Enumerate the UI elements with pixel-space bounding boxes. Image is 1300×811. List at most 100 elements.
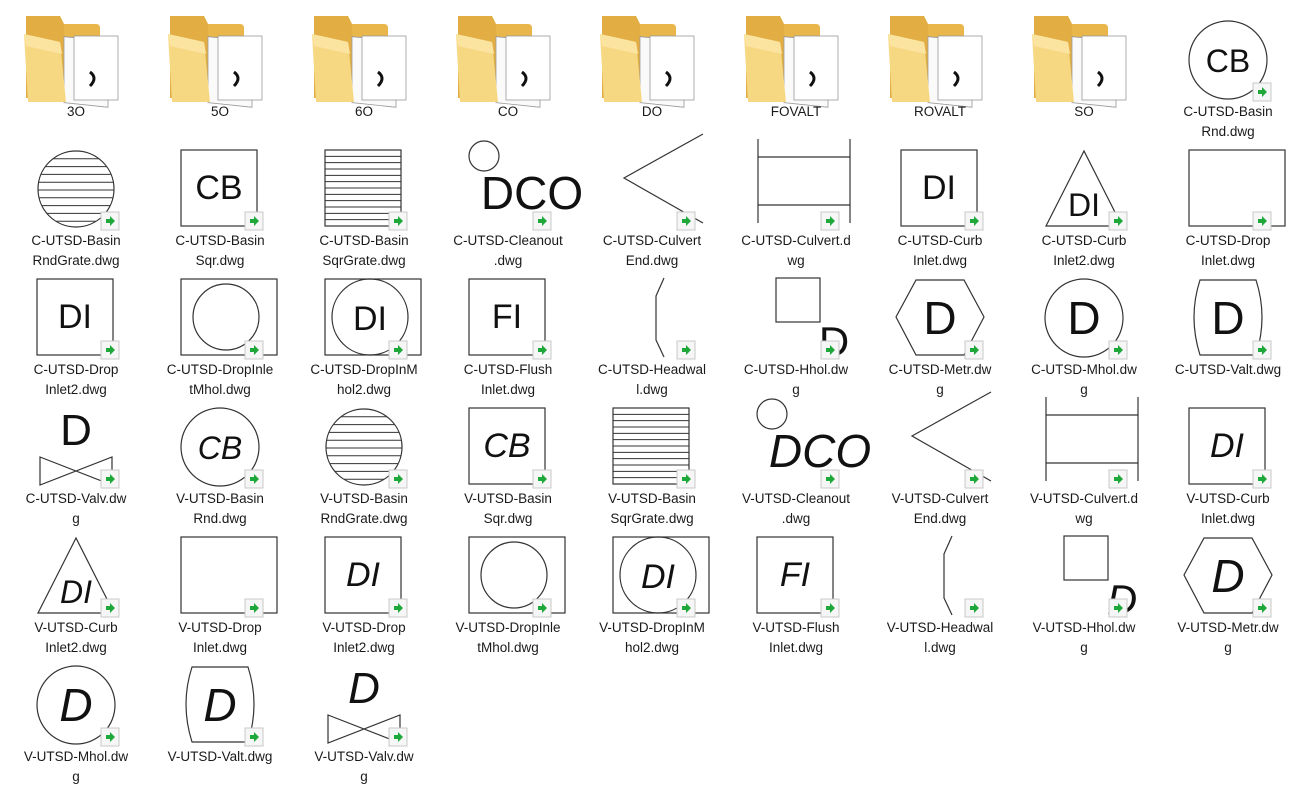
shortcut-arrow-icon bbox=[388, 340, 408, 360]
svg-text:CB: CB bbox=[483, 427, 530, 465]
shortcut-arrow-icon bbox=[820, 469, 840, 489]
file-item[interactable]: C-UTSD-Headwal l.dwg bbox=[580, 260, 724, 397]
item-label: 5O bbox=[210, 104, 229, 119]
file-item[interactable]: CB V-UTSD-Basin Sqr.dwg bbox=[436, 389, 580, 526]
folder-item[interactable]: ROVALT bbox=[868, 2, 1012, 130]
file-item[interactable]: D V-UTSD-Valt.dwg bbox=[148, 647, 292, 775]
shortcut-arrow-icon bbox=[676, 469, 696, 489]
item-label: SO bbox=[1074, 104, 1094, 119]
shortcut-arrow-icon bbox=[1252, 598, 1272, 618]
folder-item[interactable]: 3O bbox=[4, 2, 148, 130]
svg-text:D: D bbox=[1211, 550, 1244, 602]
shortcut-arrow-icon bbox=[820, 340, 840, 360]
file-item[interactable]: C-UTSD-Culvert.d wg bbox=[724, 131, 868, 268]
folder-icon bbox=[596, 2, 708, 108]
file-item[interactable]: CB C-UTSD-Basin Sqr.dwg bbox=[148, 131, 292, 268]
shortcut-arrow-icon bbox=[244, 340, 264, 360]
file-item[interactable]: DI C-UTSD-Curb Inlet.dwg bbox=[868, 131, 1012, 268]
file-item[interactable]: D C-UTSD-Mhol.dw g bbox=[1012, 260, 1156, 397]
shortcut-arrow-icon bbox=[100, 598, 120, 618]
shortcut-arrow-icon bbox=[100, 727, 120, 747]
file-item[interactable]: C-UTSD-Drop Inlet.dwg bbox=[1156, 131, 1300, 268]
item-label: V-UTSD-Hhol.dw g bbox=[1032, 620, 1136, 655]
file-item[interactable]: C-UTSD-Basin RndGrate.dwg bbox=[4, 131, 148, 268]
file-item[interactable]: V-UTSD-Culvert End.dwg bbox=[868, 389, 1012, 526]
file-item[interactable]: DCO V-UTSD-Cleanout .dwg bbox=[724, 389, 871, 526]
item-label: V-UTSD-Flush Inlet.dwg bbox=[752, 620, 840, 655]
item-label: V-UTSD-DropInle tMhol.dwg bbox=[455, 620, 561, 655]
svg-text:D: D bbox=[203, 679, 236, 731]
file-item[interactable]: DI C-UTSD-Drop Inlet2.dwg bbox=[4, 260, 148, 397]
shortcut-arrow-icon bbox=[1108, 598, 1128, 618]
file-item[interactable]: V-UTSD-DropInle tMhol.dwg bbox=[436, 518, 580, 655]
shortcut-arrow-icon bbox=[676, 211, 696, 231]
shortcut-arrow-icon bbox=[244, 211, 264, 231]
file-item[interactable]: V-UTSD-Basin RndGrate.dwg bbox=[292, 389, 436, 526]
shortcut-arrow-icon bbox=[244, 598, 264, 618]
svg-text:D: D bbox=[1067, 292, 1100, 344]
svg-text:D: D bbox=[59, 679, 92, 731]
shortcut-arrow-icon bbox=[964, 211, 984, 231]
file-item[interactable]: DI V-UTSD-Curb Inlet2.dwg bbox=[4, 518, 148, 655]
item-label: V-UTSD-Valt.dwg bbox=[167, 749, 273, 764]
file-item[interactable]: DCO C-UTSD-Cleanout .dwg bbox=[436, 131, 583, 268]
file-item[interactable]: D V-UTSD-Metr.dw g bbox=[1156, 518, 1300, 655]
item-label: ROVALT bbox=[913, 104, 966, 119]
shortcut-arrow-icon bbox=[964, 598, 984, 618]
item-label: V-UTSD-Headwal l.dwg bbox=[886, 620, 994, 655]
item-label: FOVALT bbox=[770, 104, 822, 119]
folder-icon bbox=[308, 2, 420, 108]
shortcut-arrow-icon bbox=[532, 469, 552, 489]
shortcut-arrow-icon bbox=[676, 598, 696, 618]
file-item[interactable]: DI C-UTSD-DropInM hol2.dwg bbox=[292, 260, 436, 397]
svg-text:D: D bbox=[60, 406, 92, 455]
shortcut-arrow-icon bbox=[1252, 211, 1272, 231]
item-label: V-UTSD-Mhol.dw g bbox=[23, 749, 129, 784]
file-item[interactable]: D V-UTSD-Mhol.dw g bbox=[4, 647, 148, 784]
svg-text:CB: CB bbox=[198, 430, 242, 466]
item-label: 3O bbox=[66, 104, 85, 119]
svg-text:DI: DI bbox=[60, 574, 92, 610]
file-item[interactable]: CB V-UTSD-Basin Rnd.dwg bbox=[148, 389, 292, 526]
shortcut-arrow-icon bbox=[100, 340, 120, 360]
file-item[interactable]: DI V-UTSD-Drop Inlet2.dwg bbox=[292, 518, 436, 655]
file-item[interactable]: DI C-UTSD-Curb Inlet2.dwg bbox=[1012, 131, 1156, 268]
shortcut-arrow-icon bbox=[100, 469, 120, 489]
file-item[interactable]: D C-UTSD-Metr.dw g bbox=[868, 260, 1012, 397]
file-item[interactable]: DV-UTSD-Hhol.dw g bbox=[1012, 518, 1156, 655]
folder-item[interactable]: SO bbox=[1012, 2, 1156, 130]
file-item[interactable]: D C-UTSD-Valv.dw g bbox=[4, 389, 148, 526]
folder-item[interactable]: 6O bbox=[292, 2, 436, 130]
file-item[interactable]: V-UTSD-Drop Inlet.dwg bbox=[148, 518, 292, 655]
file-item[interactable]: C-UTSD-DropInle tMhol.dwg bbox=[148, 260, 292, 397]
shortcut-arrow-icon bbox=[244, 469, 264, 489]
file-item[interactable]: V-UTSD-Culvert.d wg bbox=[1012, 389, 1156, 526]
shortcut-arrow-icon bbox=[532, 598, 552, 618]
file-item[interactable]: FI V-UTSD-Flush Inlet.dwg bbox=[724, 518, 868, 655]
shortcut-arrow-icon bbox=[532, 340, 552, 360]
file-item[interactable]: CB C-UTSD-Basin Rnd.dwg bbox=[1156, 2, 1300, 139]
shortcut-arrow-icon bbox=[1108, 211, 1128, 231]
svg-text:D: D bbox=[348, 664, 380, 713]
folder-icon bbox=[884, 2, 996, 108]
folder-item[interactable]: CO bbox=[436, 2, 580, 130]
folder-item[interactable]: FOVALT bbox=[724, 2, 868, 130]
svg-text:DI: DI bbox=[922, 169, 956, 207]
file-item[interactable]: V-UTSD-Basin SqrGrate.dwg bbox=[580, 389, 724, 526]
file-item[interactable]: D V-UTSD-Valv.dw g bbox=[292, 647, 436, 784]
item-label: C-UTSD-Valt.dwg bbox=[1174, 362, 1282, 377]
folder-icon bbox=[20, 2, 132, 108]
file-item[interactable]: C-UTSD-Basin SqrGrate.dwg bbox=[292, 131, 436, 268]
file-item[interactable]: D C-UTSD-Valt.dwg bbox=[1156, 260, 1300, 388]
svg-text:DI: DI bbox=[1210, 427, 1245, 465]
file-item[interactable]: DC-UTSD-Hhol.dw g bbox=[724, 260, 868, 397]
file-item[interactable]: DI V-UTSD-DropInM hol2.dwg bbox=[580, 518, 724, 655]
folder-icon bbox=[164, 2, 276, 108]
file-item[interactable]: DI V-UTSD-Curb Inlet.dwg bbox=[1156, 389, 1300, 526]
folder-item[interactable]: DO bbox=[580, 2, 724, 130]
file-item[interactable]: FI C-UTSD-Flush Inlet.dwg bbox=[436, 260, 580, 397]
shortcut-arrow-icon bbox=[964, 469, 984, 489]
file-item[interactable]: V-UTSD-Headwal l.dwg bbox=[868, 518, 1012, 655]
file-item[interactable]: C-UTSD-Culvert End.dwg bbox=[580, 131, 724, 268]
folder-item[interactable]: 5O bbox=[148, 2, 292, 130]
